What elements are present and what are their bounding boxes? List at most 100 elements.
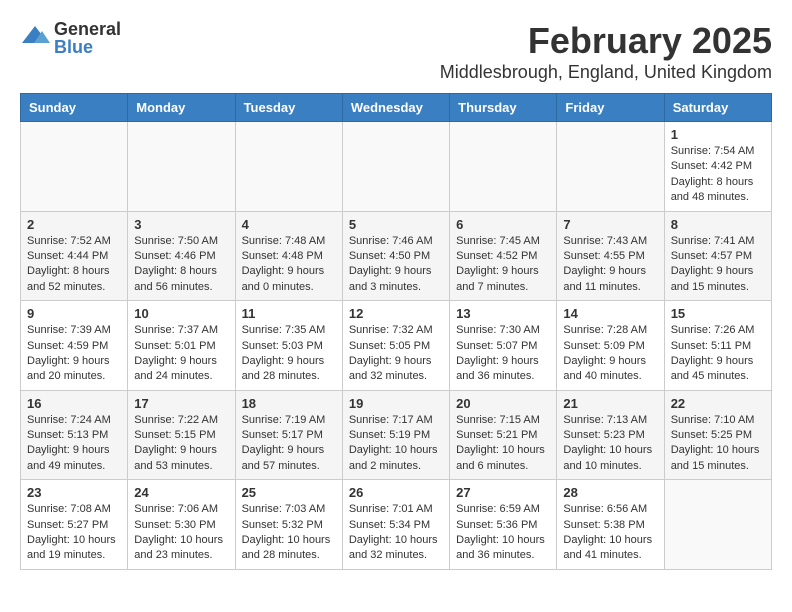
day-info: Sunrise: 7:19 AM Sunset: 5:17 PM Dayligh…: [242, 413, 336, 475]
day-cell: [450, 122, 557, 212]
week-row-3: 16Sunrise: 7:24 AM Sunset: 5:13 PM Dayli…: [21, 390, 772, 480]
day-number: 10: [134, 306, 228, 321]
day-cell: 11 Sunrise: 7:35 AM Sunset: 5:03 PM Dayli…: [235, 301, 342, 391]
day-info: Sunrise: 6:56 AM Sunset: 5:38 PM Dayligh…: [563, 502, 657, 564]
day-number: 17: [134, 396, 228, 411]
header-row: SundayMondayTuesdayWednesdayThursdayFrid…: [21, 94, 772, 122]
day-cell: 6 Sunrise: 7:45 AM Sunset: 4:52 PM Daylig…: [450, 211, 557, 301]
day-cell: 25 Sunrise: 7:03 AM Sunset: 5:32 PM Dayli…: [235, 480, 342, 570]
day-number: 12: [349, 306, 443, 321]
day-number: 6: [456, 217, 550, 232]
day-info: Sunrise: 7:35 AM Sunset: 5:03 PM Dayligh…: [242, 323, 336, 385]
day-info: Sunrise: 7:03 AM Sunset: 5:32 PM Dayligh…: [242, 502, 336, 564]
day-cell: 16Sunrise: 7:24 AM Sunset: 5:13 PM Dayli…: [21, 390, 128, 480]
day-info: Sunrise: 7:01 AM Sunset: 5:34 PM Dayligh…: [349, 502, 443, 564]
day-cell: [128, 122, 235, 212]
title-area: February 2025 Middlesbrough, England, Un…: [440, 20, 772, 83]
day-info: Sunrise: 7:24 AM Sunset: 5:13 PM Dayligh…: [27, 413, 121, 475]
day-info: Sunrise: 7:43 AM Sunset: 4:55 PM Dayligh…: [563, 234, 657, 296]
day-cell: 24 Sunrise: 7:06 AM Sunset: 5:30 PM Dayli…: [128, 480, 235, 570]
day-number: 25: [242, 485, 336, 500]
day-info: Sunrise: 7:52 AM Sunset: 4:44 PM Dayligh…: [27, 234, 121, 296]
logo-blue-text: Blue: [54, 38, 121, 56]
day-number: 19: [349, 396, 443, 411]
day-cell: 9 Sunrise: 7:39 AM Sunset: 4:59 PM Daylig…: [21, 301, 128, 391]
day-cell: 19 Sunrise: 7:17 AM Sunset: 5:19 PM Dayli…: [342, 390, 449, 480]
day-info: Sunrise: 7:37 AM Sunset: 5:01 PM Dayligh…: [134, 323, 228, 385]
day-number: 22: [671, 396, 765, 411]
week-row-1: 2Sunrise: 7:52 AM Sunset: 4:44 PM Daylig…: [21, 211, 772, 301]
day-info: Sunrise: 7:41 AM Sunset: 4:57 PM Dayligh…: [671, 234, 765, 296]
day-cell: 1Sunrise: 7:54 AM Sunset: 4:42 PM Daylig…: [664, 122, 771, 212]
day-cell: 15 Sunrise: 7:26 AM Sunset: 5:11 PM Dayli…: [664, 301, 771, 391]
day-cell: 27 Sunrise: 6:59 AM Sunset: 5:36 PM Dayli…: [450, 480, 557, 570]
column-header-friday: Friday: [557, 94, 664, 122]
day-info: Sunrise: 7:26 AM Sunset: 5:11 PM Dayligh…: [671, 323, 765, 385]
day-number: 14: [563, 306, 657, 321]
day-number: 7: [563, 217, 657, 232]
week-row-2: 9 Sunrise: 7:39 AM Sunset: 4:59 PM Daylig…: [21, 301, 772, 391]
day-info: Sunrise: 7:30 AM Sunset: 5:07 PM Dayligh…: [456, 323, 550, 385]
day-cell: [664, 480, 771, 570]
day-number: 3: [134, 217, 228, 232]
day-cell: 18 Sunrise: 7:19 AM Sunset: 5:17 PM Dayli…: [235, 390, 342, 480]
day-number: 28: [563, 485, 657, 500]
day-cell: 22 Sunrise: 7:10 AM Sunset: 5:25 PM Dayli…: [664, 390, 771, 480]
column-header-wednesday: Wednesday: [342, 94, 449, 122]
day-cell: 21 Sunrise: 7:13 AM Sunset: 5:23 PM Dayli…: [557, 390, 664, 480]
day-cell: 26Sunrise: 7:01 AM Sunset: 5:34 PM Dayli…: [342, 480, 449, 570]
day-info: Sunrise: 7:45 AM Sunset: 4:52 PM Dayligh…: [456, 234, 550, 296]
logo-general-text: General: [54, 20, 121, 38]
day-info: Sunrise: 7:06 AM Sunset: 5:30 PM Dayligh…: [134, 502, 228, 564]
logo: General Blue: [20, 20, 121, 56]
day-number: 9: [27, 306, 121, 321]
day-info: Sunrise: 7:10 AM Sunset: 5:25 PM Dayligh…: [671, 413, 765, 475]
day-info: Sunrise: 7:28 AM Sunset: 5:09 PM Dayligh…: [563, 323, 657, 385]
logo-text: General Blue: [54, 20, 121, 56]
day-number: 13: [456, 306, 550, 321]
day-info: Sunrise: 7:48 AM Sunset: 4:48 PM Dayligh…: [242, 234, 336, 296]
day-number: 5: [349, 217, 443, 232]
column-header-tuesday: Tuesday: [235, 94, 342, 122]
day-cell: 28 Sunrise: 6:56 AM Sunset: 5:38 PM Dayli…: [557, 480, 664, 570]
day-number: 11: [242, 306, 336, 321]
day-cell: 4 Sunrise: 7:48 AM Sunset: 4:48 PM Daylig…: [235, 211, 342, 301]
day-number: 18: [242, 396, 336, 411]
calendar-header: SundayMondayTuesdayWednesdayThursdayFrid…: [21, 94, 772, 122]
day-number: 1: [671, 127, 765, 142]
day-cell: 23Sunrise: 7:08 AM Sunset: 5:27 PM Dayli…: [21, 480, 128, 570]
day-number: 4: [242, 217, 336, 232]
day-cell: [557, 122, 664, 212]
day-info: Sunrise: 6:59 AM Sunset: 5:36 PM Dayligh…: [456, 502, 550, 564]
day-info: Sunrise: 7:32 AM Sunset: 5:05 PM Dayligh…: [349, 323, 443, 385]
column-header-monday: Monday: [128, 94, 235, 122]
day-info: Sunrise: 7:39 AM Sunset: 4:59 PM Dayligh…: [27, 323, 121, 385]
day-info: Sunrise: 7:17 AM Sunset: 5:19 PM Dayligh…: [349, 413, 443, 475]
month-title: February 2025: [440, 20, 772, 62]
calendar: SundayMondayTuesdayWednesdayThursdayFrid…: [20, 93, 772, 570]
calendar-body: 1Sunrise: 7:54 AM Sunset: 4:42 PM Daylig…: [21, 122, 772, 570]
day-cell: [21, 122, 128, 212]
location-title: Middlesbrough, England, United Kingdom: [440, 62, 772, 83]
column-header-saturday: Saturday: [664, 94, 771, 122]
day-number: 27: [456, 485, 550, 500]
day-cell: 8 Sunrise: 7:41 AM Sunset: 4:57 PM Daylig…: [664, 211, 771, 301]
day-info: Sunrise: 7:15 AM Sunset: 5:21 PM Dayligh…: [456, 413, 550, 475]
day-cell: 3 Sunrise: 7:50 AM Sunset: 4:46 PM Daylig…: [128, 211, 235, 301]
day-number: 8: [671, 217, 765, 232]
logo-icon: [20, 23, 50, 53]
day-info: Sunrise: 7:22 AM Sunset: 5:15 PM Dayligh…: [134, 413, 228, 475]
header: General Blue February 2025 Middlesbrough…: [20, 20, 772, 83]
week-row-0: 1Sunrise: 7:54 AM Sunset: 4:42 PM Daylig…: [21, 122, 772, 212]
day-number: 21: [563, 396, 657, 411]
day-number: 24: [134, 485, 228, 500]
day-info: Sunrise: 7:13 AM Sunset: 5:23 PM Dayligh…: [563, 413, 657, 475]
day-cell: 7 Sunrise: 7:43 AM Sunset: 4:55 PM Daylig…: [557, 211, 664, 301]
day-info: Sunrise: 7:50 AM Sunset: 4:46 PM Dayligh…: [134, 234, 228, 296]
day-number: 20: [456, 396, 550, 411]
day-number: 15: [671, 306, 765, 321]
day-cell: 13 Sunrise: 7:30 AM Sunset: 5:07 PM Dayli…: [450, 301, 557, 391]
day-cell: 20 Sunrise: 7:15 AM Sunset: 5:21 PM Dayli…: [450, 390, 557, 480]
week-row-4: 23Sunrise: 7:08 AM Sunset: 5:27 PM Dayli…: [21, 480, 772, 570]
day-cell: [235, 122, 342, 212]
